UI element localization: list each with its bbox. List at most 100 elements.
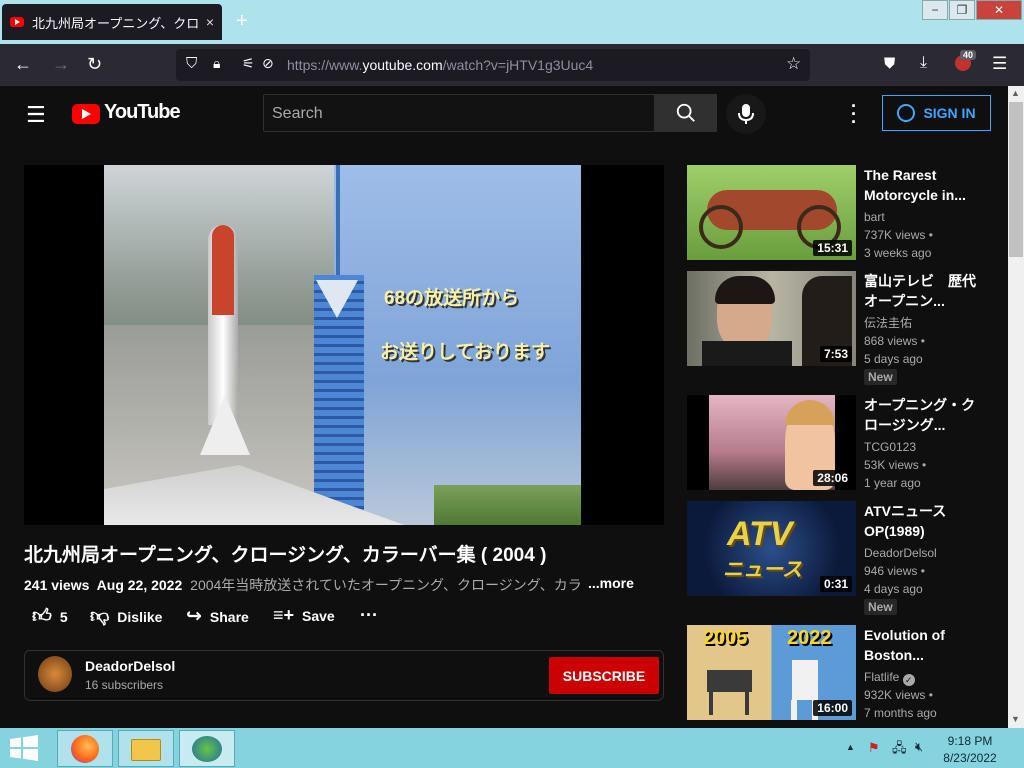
video-duration: 0:31 <box>819 576 852 592</box>
recommendation-views: 737K views • <box>864 228 933 242</box>
windows-logo-icon <box>10 735 38 761</box>
downloads-icon[interactable]: ⤓ <box>920 54 927 72</box>
recommendation-title[interactable]: オープニング・クロージング... <box>864 395 984 435</box>
flag-icon[interactable]: ⚑ <box>868 740 880 756</box>
subscribe-button[interactable]: SUBSCRIBE <box>549 657 659 694</box>
thumbs-up-icon: 👍︎ <box>32 606 52 627</box>
start-button[interactable] <box>10 735 38 761</box>
video-meta[interactable]: 241 views Aug 22, 2022 2004年当時放送されていたオープ… <box>24 575 644 595</box>
save-button[interactable]: ≡+ Save <box>273 605 335 626</box>
forward-icon[interactable]: → <box>52 54 70 75</box>
recommendation-age: 7 months ago <box>864 706 937 720</box>
menu-icon[interactable]: ☰ <box>992 54 1007 74</box>
search-button[interactable] <box>654 94 717 132</box>
system-clock[interactable]: 9:18 PM 8/23/2022 <box>930 733 1010 767</box>
youtube-logo-text[interactable]: YouTube <box>104 101 181 124</box>
atv-logo-text: ATV <box>727 515 793 553</box>
network-icon[interactable]: 🖧︎ <box>892 739 907 761</box>
account-icon <box>897 104 916 122</box>
recommendation-title[interactable]: Evolution of Boston... <box>864 625 984 665</box>
recommendation-channel[interactable]: bart <box>864 208 885 226</box>
reload-icon[interactable]: ↻ <box>87 54 102 75</box>
tab-close-button[interactable]: × <box>206 14 214 30</box>
hamburger-menu-icon[interactable]: ☰ <box>26 102 46 128</box>
playlist-add-icon: ≡+ <box>273 605 295 625</box>
pocket-icon[interactable]: ⛊ <box>884 55 895 72</box>
year-2022-text: 2022 <box>787 627 832 649</box>
like-button[interactable]: 👍︎ 5 <box>32 605 68 628</box>
search-placeholder: Search <box>272 105 323 122</box>
new-tab-button[interactable]: + <box>236 10 248 33</box>
settings-kebab-icon[interactable]: · · · <box>851 97 857 131</box>
verified-icon: ✓ <box>902 674 915 686</box>
recommendation-thumbnail[interactable]: 2005 2022 16:00 <box>687 625 856 720</box>
recommendation-age: 5 days ago <box>864 352 923 366</box>
recommendation-views: 868 views • <box>864 334 925 348</box>
like-count: 5 <box>59 608 68 625</box>
recommendation-channel[interactable]: 伝法圭佑 <box>864 314 912 332</box>
youtube-logo-icon[interactable] <box>72 104 100 124</box>
back-icon[interactable]: ← <box>14 54 32 75</box>
show-hidden-icons-icon[interactable]: ▲ <box>846 742 855 752</box>
share-button[interactable]: ↪ Share <box>186 605 249 628</box>
recommendation-title[interactable]: 富山テレビ 歴代オープニン... <box>864 271 984 311</box>
volume-muted-icon[interactable]: 🔇︎ <box>915 739 923 755</box>
recommendation-thumbnail[interactable]: 15:31 <box>687 165 856 260</box>
video-frame[interactable]: 68の放送所から お送りしております <box>104 165 581 525</box>
recommendation-thumbnail[interactable]: ATV ニュース 0:31 <box>687 501 856 596</box>
folder-icon <box>131 739 161 761</box>
search-input[interactable]: Search <box>263 94 655 132</box>
restore-button[interactable]: ❐ <box>949 0 975 20</box>
recommendation-channel[interactable]: TCG0123 <box>864 438 916 456</box>
autoplay-blocked-icon[interactable]: ⊘ <box>262 55 274 72</box>
scroll-down-arrow-icon[interactable]: ▼ <box>1011 714 1020 724</box>
sign-in-button[interactable]: SIGN IN <box>882 95 991 131</box>
close-window-button[interactable]: ✕ <box>976 0 1022 20</box>
video-duration: 16:00 <box>813 700 852 716</box>
view-count: 241 views <box>24 577 90 593</box>
channel-avatar[interactable] <box>38 656 72 692</box>
scroll-up-arrow-icon[interactable]: ▲ <box>1011 88 1020 98</box>
permissions-icon[interactable]: ⚟ <box>242 55 255 72</box>
minimize-button[interactable]: − <box>922 0 948 20</box>
more-actions-button[interactable]: ··· <box>360 605 378 626</box>
lock-icon[interactable]: 🔒︎ <box>213 55 220 72</box>
show-more-link[interactable]: ...more <box>586 575 634 591</box>
recommendation-channel[interactable]: Flatlife ✓ <box>864 668 915 686</box>
url-path: /watch?v=jHTV1g3Uuc4 <box>442 57 594 73</box>
taskbar-file-explorer[interactable] <box>118 730 174 767</box>
recommendation-channel[interactable]: DeadorDelsol <box>864 544 937 562</box>
channel-name[interactable]: DeadorDelsol <box>85 658 175 674</box>
video-duration: 7:53 <box>819 346 852 362</box>
taskbar-download-manager[interactable] <box>179 730 235 767</box>
recommendation-thumbnail[interactable]: 7:53 <box>687 271 856 366</box>
search-icon <box>676 103 695 122</box>
recommendation-title[interactable]: ATVニュース OP(1989) <box>864 501 984 541</box>
firefox-icon <box>71 735 99 763</box>
thumbs-down-icon: 👎︎ <box>90 606 110 627</box>
dislike-button[interactable]: 👎︎ Dislike <box>90 605 162 628</box>
taskbar-firefox[interactable] <box>57 730 113 767</box>
download-manager-icon <box>192 736 222 762</box>
video-duration: 28:06 <box>813 470 852 486</box>
microphone-icon <box>738 104 754 124</box>
sign-in-label: SIGN IN <box>923 105 976 121</box>
shield-icon[interactable]: ⛉ <box>186 55 197 72</box>
new-badge: New <box>864 369 897 385</box>
recommendation-thumbnail[interactable]: 28:06 <box>687 395 856 490</box>
extension-badge: 40 <box>960 50 977 60</box>
browser-tab[interactable]: 北九州局オープニング、クロージ × <box>2 4 222 40</box>
recommendation-title[interactable]: The Rarest Motorcycle in... <box>864 165 984 205</box>
url-text[interactable]: https://www.youtube.com/watch?v=jHTV1g3U… <box>287 57 593 73</box>
voice-search-button[interactable] <box>726 94 766 134</box>
recommendation-views: 946 views • <box>864 564 925 578</box>
year-2005-text: 2005 <box>703 627 748 649</box>
bookmark-star-icon[interactable]: ☆ <box>786 54 801 74</box>
scrollbar-thumb[interactable] <box>1009 102 1023 257</box>
url-prefix: https://www. <box>287 57 363 73</box>
video-caption-line1: 68の放送所から <box>384 288 520 309</box>
video-caption-line2: お送りしております <box>380 342 550 363</box>
description-snippet: 2004年当時放送されていたオープニング、クロージング、カラ <box>190 577 582 593</box>
recommendation-age: 4 days ago <box>864 582 923 596</box>
subscriber-count: 16 subscribers <box>85 678 164 692</box>
